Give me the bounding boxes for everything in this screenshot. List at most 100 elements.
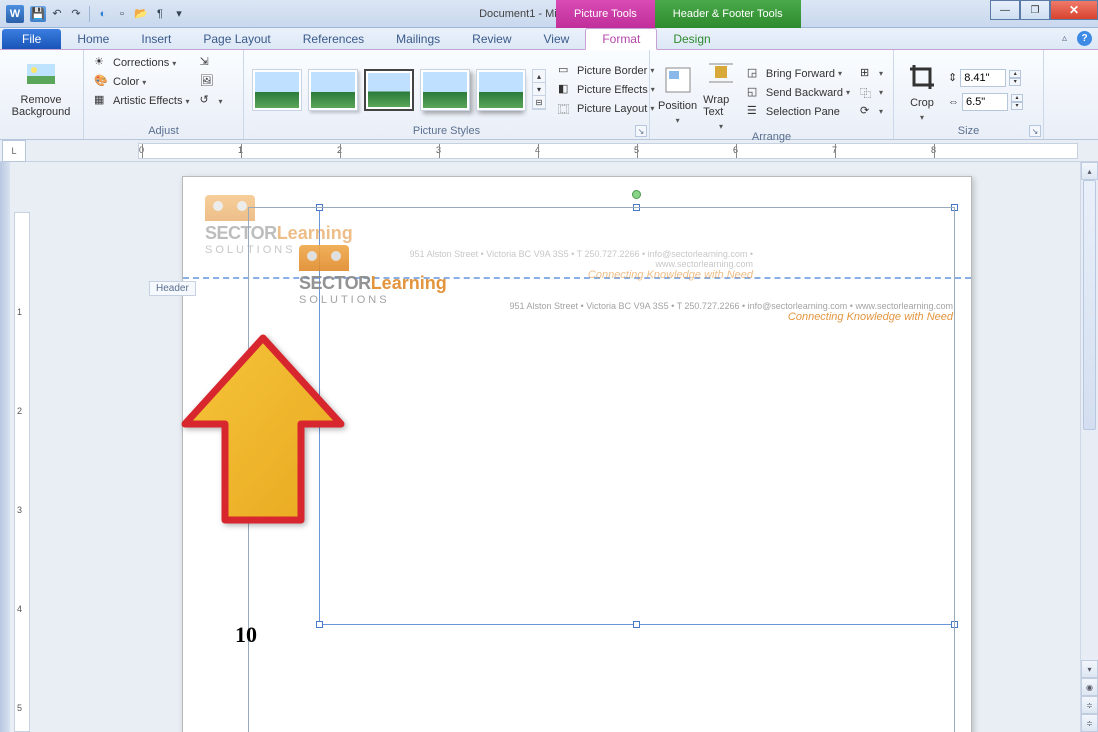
crop-icon <box>906 61 938 93</box>
height-down[interactable]: ▾ <box>1009 78 1021 86</box>
height-input[interactable] <box>960 69 1006 87</box>
help-icon[interactable]: ? <box>1077 31 1092 46</box>
style-thumb-1[interactable] <box>252 69 302 111</box>
height-input-row: ⇕ ▴▾ <box>948 69 1023 87</box>
width-input[interactable] <box>962 93 1008 111</box>
style-thumb-5[interactable] <box>476 69 526 111</box>
header-footer-tools-context-tab: Header & Footer Tools <box>655 0 801 28</box>
tab-file[interactable]: File <box>2 29 61 49</box>
rotate-icon: ⟳ <box>860 104 876 120</box>
tab-references[interactable]: References <box>287 29 380 49</box>
annotation-number: 10 <box>235 622 257 648</box>
selection-pane-button[interactable]: ☰Selection Pane <box>745 103 852 121</box>
open-icon[interactable]: 📂 <box>133 6 149 22</box>
annotation-arrow: 10 <box>173 332 353 537</box>
letterhead-selected: SECTORLearning SOLUTIONS <box>299 245 447 306</box>
effects-icon: ◧ <box>558 82 574 98</box>
crop-button[interactable]: Crop▾ <box>902 57 942 122</box>
document-area[interactable]: Header SECTORLearning SOLUTIONS 951 Alst… <box>34 162 1090 732</box>
align-button[interactable]: ⊞▾ <box>858 65 885 83</box>
vertical-ruler[interactable]: 12345 <box>14 212 30 732</box>
style-thumb-3[interactable] <box>364 69 414 111</box>
selection-pane-icon: ☰ <box>747 104 763 120</box>
quick-access-toolbar: 💾 ↶ ↷ ◐ ▫ 📂 ¶ ▾ <box>30 6 187 22</box>
width-input-row: ⇔ ▴▾ <box>948 93 1023 111</box>
minimize-ribbon-icon[interactable]: ▵ <box>1062 33 1067 44</box>
compress-pictures-button[interactable]: ⇲ <box>198 54 225 72</box>
group-button[interactable]: ⿻▾ <box>858 84 885 102</box>
wrap-icon <box>705 58 737 90</box>
bring-forward-icon: ◲ <box>747 66 763 82</box>
group-icon: ⿻ <box>860 85 876 101</box>
picture-styles-launcher[interactable]: ↘ <box>635 125 647 137</box>
next-page-button[interactable]: ≑ <box>1081 714 1098 732</box>
minimize-button[interactable]: — <box>990 0 1020 20</box>
tab-review[interactable]: Review <box>456 29 527 49</box>
tab-view[interactable]: View <box>528 29 586 49</box>
picture-tools-context-tab: Picture Tools <box>556 0 655 28</box>
send-backward-button[interactable]: ◱Send Backward▾ <box>745 84 852 102</box>
save-icon[interactable]: 💾 <box>30 6 46 22</box>
layout-icon: ⿴ <box>558 101 574 117</box>
picture-layout-button[interactable]: ⿴Picture Layout▾ <box>556 100 657 118</box>
redo-icon[interactable]: ↷ <box>68 6 84 22</box>
align-icon: ⊞ <box>860 66 876 82</box>
width-down[interactable]: ▾ <box>1011 102 1023 110</box>
gallery-more-icon[interactable]: ⊟ <box>533 96 545 109</box>
style-thumb-2[interactable] <box>308 69 358 111</box>
tab-page-layout[interactable]: Page Layout <box>187 29 286 49</box>
change-picture-button[interactable]: 🖼 <box>198 73 225 91</box>
maximize-button[interactable]: ❐ <box>1020 0 1050 20</box>
rotate-handle[interactable] <box>632 190 641 199</box>
tab-format[interactable]: Format <box>585 28 657 50</box>
ribbon: Remove Background ☀Corrections▾ 🎨Color▾ … <box>0 50 1098 140</box>
gallery-down-icon[interactable]: ▾ <box>533 83 545 96</box>
tab-insert[interactable]: Insert <box>125 29 187 49</box>
title-bar: W 💾 ↶ ↷ ◐ ▫ 📂 ¶ ▾ Document1 - Microsoft … <box>0 0 1098 28</box>
reset-icon: ↺ <box>200 93 216 109</box>
ruler-bar: L /* ticks drawn below via JS */ 0123456… <box>0 140 1098 162</box>
workspace: 12345 Header SECTORLearning SOLUTIONS 95… <box>0 162 1098 732</box>
qat-separator <box>89 6 90 22</box>
tab-selector[interactable]: L <box>2 140 26 162</box>
vertical-scrollbar[interactable]: ▴ ▾ ◉ ≑ ≑ <box>1080 162 1098 732</box>
tab-home[interactable]: Home <box>61 29 125 49</box>
scroll-thumb[interactable] <box>1083 180 1096 430</box>
undo-icon[interactable]: ↶ <box>49 6 65 22</box>
letterhead-selected-text: 951 Alston Street • Victoria BC V9A 3S5 … <box>483 301 953 323</box>
height-up[interactable]: ▴ <box>1009 70 1021 78</box>
tab-design[interactable]: Design <box>657 29 726 49</box>
border-icon: ▭ <box>558 63 574 79</box>
tab-mailings[interactable]: Mailings <box>380 29 456 49</box>
color-icon: 🎨 <box>94 74 110 90</box>
size-launcher[interactable]: ↘ <box>1029 125 1041 137</box>
prev-page-button[interactable]: ≑ <box>1081 696 1098 714</box>
artistic-effects-button[interactable]: ▦Artistic Effects▾ <box>92 92 192 110</box>
size-group-label: Size <box>902 125 1035 139</box>
paragraph-icon[interactable]: ¶ <box>152 6 168 22</box>
color-button[interactable]: 🎨Color▾ <box>92 73 192 91</box>
preview-icon[interactable]: ◐ <box>95 6 111 22</box>
rotate-button[interactable]: ⟳▾ <box>858 103 885 121</box>
corrections-button[interactable]: ☀Corrections▾ <box>92 54 192 72</box>
width-up[interactable]: ▴ <box>1011 94 1023 102</box>
picture-effects-button[interactable]: ◧Picture Effects▾ <box>556 81 657 99</box>
position-button[interactable]: Position▾ <box>658 60 697 125</box>
scroll-up-button[interactable]: ▴ <box>1081 162 1098 180</box>
close-button[interactable]: ✕ <box>1050 0 1098 20</box>
change-picture-icon: 🖼 <box>200 74 216 90</box>
browse-object-button[interactable]: ◉ <box>1081 678 1098 696</box>
reset-picture-button[interactable]: ↺▾ <box>198 92 225 110</box>
new-icon[interactable]: ▫ <box>114 6 130 22</box>
picture-styles-gallery[interactable]: ▴ ▾ ⊟ <box>252 69 546 111</box>
style-thumb-4[interactable] <box>420 69 470 111</box>
gallery-up-icon[interactable]: ▴ <box>533 70 545 83</box>
wrap-text-button[interactable]: Wrap Text▾ <box>703 54 739 131</box>
picture-border-button[interactable]: ▭Picture Border▾ <box>556 62 657 80</box>
remove-background-button[interactable]: Remove Background <box>8 54 74 118</box>
compress-icon: ⇲ <box>200 55 216 71</box>
horizontal-ruler[interactable]: /* ticks drawn below via JS */ 012345678 <box>138 143 1078 159</box>
bring-forward-button[interactable]: ◲Bring Forward▾ <box>745 65 852 83</box>
scroll-down-button[interactable]: ▾ <box>1081 660 1098 678</box>
qat-more-icon[interactable]: ▾ <box>171 6 187 22</box>
